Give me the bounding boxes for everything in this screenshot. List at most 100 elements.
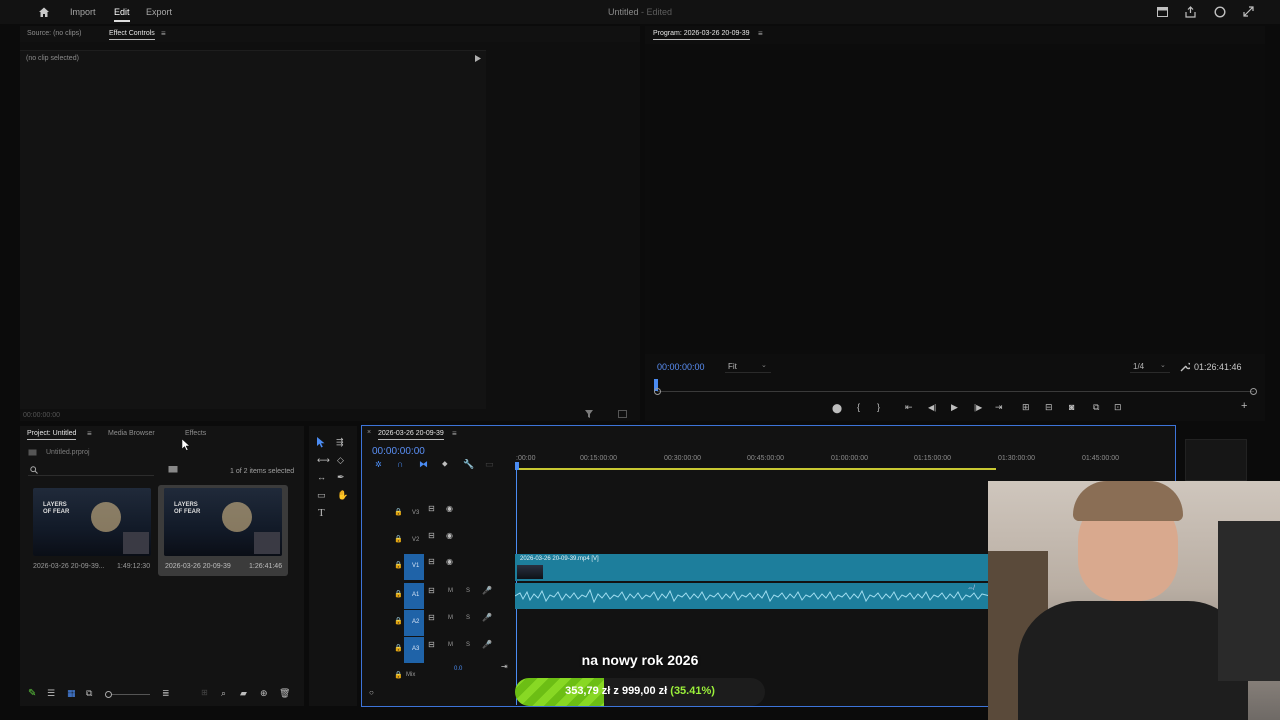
- media-item[interactable]: LAYERS OF FEAR: [33, 488, 151, 556]
- solo-button[interactable]: S: [466, 615, 470, 621]
- tab-source[interactable]: Source: (no clips): [27, 30, 81, 37]
- play-icon[interactable]: ▶: [951, 402, 958, 413]
- mark-in-icon[interactable]: {: [857, 402, 860, 412]
- tab-project[interactable]: Project: Untitled: [27, 430, 77, 440]
- mute-button[interactable]: M: [448, 642, 453, 648]
- mix-volume-value[interactable]: 0.0: [454, 666, 462, 672]
- linked-selection-icon[interactable]: ⧓: [419, 459, 428, 470]
- nav-edit[interactable]: Edit: [114, 7, 130, 22]
- project-menu-icon[interactable]: ≡: [87, 429, 92, 438]
- wrench-icon[interactable]: [1180, 362, 1190, 372]
- tab-media-browser[interactable]: Media Browser: [108, 430, 155, 437]
- type-tool-icon[interactable]: T: [318, 507, 325, 519]
- multicam-icon[interactable]: ⊡: [1114, 402, 1122, 413]
- razor-tool-icon[interactable]: ◇: [337, 455, 344, 466]
- mix-end-icon[interactable]: ⇥: [501, 662, 508, 671]
- sync-lock-icon[interactable]: ⊟: [428, 613, 435, 622]
- slip-tool-icon[interactable]: ↔: [317, 472, 326, 482]
- sync-lock-icon[interactable]: ⊟: [428, 557, 435, 566]
- find-icon[interactable]: ⌕: [221, 688, 226, 699]
- panel-menu-icon[interactable]: ≡: [161, 29, 166, 38]
- step-back-icon[interactable]: ◀|: [928, 403, 936, 412]
- home-icon[interactable]: [38, 6, 50, 18]
- sync-lock-icon[interactable]: ⊟: [428, 640, 435, 649]
- solo-button[interactable]: S: [466, 588, 470, 594]
- pencil-icon[interactable]: ✎: [28, 688, 36, 699]
- expand-arrow-icon[interactable]: [475, 55, 481, 62]
- step-forward-icon[interactable]: |▶: [974, 403, 982, 412]
- resolution-select[interactable]: 1/4 ⌄: [1130, 361, 1170, 373]
- program-menu-icon[interactable]: ≡: [758, 29, 763, 38]
- nest-icon[interactable]: ✲: [375, 460, 382, 469]
- timeline-settings-icon[interactable]: 🔧: [463, 459, 474, 470]
- sync-lock-icon[interactable]: ⊟: [428, 504, 435, 513]
- lift-icon[interactable]: ⊞: [1022, 402, 1030, 413]
- workspaces-icon[interactable]: [1157, 7, 1168, 17]
- ripple-edit-tool-icon[interactable]: ⟷: [317, 455, 330, 466]
- track-label[interactable]: V3: [412, 510, 419, 516]
- video-clip[interactable]: 2026-03-26 20-09-39.mp4 [V]: [515, 554, 990, 581]
- timeline-close-icon[interactable]: ×: [367, 429, 371, 436]
- track-label[interactable]: V2: [412, 537, 419, 543]
- scrub-start-handle[interactable]: [654, 388, 661, 395]
- sync-lock-icon[interactable]: ⊟: [428, 586, 435, 595]
- track-label[interactable]: V1: [412, 563, 419, 569]
- notifications-icon[interactable]: [1214, 6, 1226, 18]
- media-item[interactable]: LAYERS OF FEAR: [164, 488, 282, 556]
- add-marker-icon[interactable]: ⬤: [832, 403, 842, 414]
- sort-icon[interactable]: ≣: [162, 688, 170, 699]
- automate-icon[interactable]: ⊞: [201, 688, 208, 697]
- freeform-view-icon[interactable]: ⧉: [86, 688, 92, 699]
- nav-export[interactable]: Export: [146, 7, 172, 17]
- sequence-menu-icon[interactable]: ≡: [452, 429, 457, 438]
- lock-icon[interactable]: 🔒: [394, 535, 403, 543]
- program-timecode[interactable]: 00:00:00:00: [657, 362, 705, 372]
- program-scrub-bar[interactable]: [657, 391, 1254, 392]
- solo-button[interactable]: S: [466, 642, 470, 648]
- eye-icon[interactable]: ◉: [446, 504, 453, 513]
- mute-button[interactable]: M: [448, 615, 453, 621]
- zoom-select[interactable]: Fit ⌄: [725, 361, 771, 373]
- list-view-icon[interactable]: ☰: [47, 688, 55, 699]
- scrub-end-handle[interactable]: [1250, 388, 1257, 395]
- lock-icon[interactable]: 🔒: [394, 617, 403, 625]
- comparison-view-icon[interactable]: ⧉: [1093, 402, 1099, 413]
- snap-icon[interactable]: ∩: [397, 459, 403, 469]
- sequence-tab[interactable]: 2026-03-26 20-09-39: [378, 430, 444, 440]
- lock-icon[interactable]: 🔒: [394, 590, 403, 598]
- zoom-slider[interactable]: [108, 694, 150, 695]
- icon-view-icon[interactable]: ▦: [67, 688, 76, 699]
- camera-icon[interactable]: ◙: [1069, 402, 1074, 412]
- nav-import[interactable]: Import: [70, 7, 96, 17]
- tab-effect-controls[interactable]: Effect Controls: [109, 30, 155, 40]
- mark-out-icon[interactable]: }: [877, 402, 880, 412]
- track-label[interactable]: A1: [412, 592, 419, 598]
- lock-icon[interactable]: 🔒: [394, 508, 403, 516]
- track-select-tool-icon[interactable]: ⇶: [336, 437, 344, 448]
- go-to-in-icon[interactable]: ⇤: [905, 402, 913, 413]
- eye-icon[interactable]: ◉: [446, 557, 453, 566]
- share-icon[interactable]: [1185, 6, 1196, 18]
- new-bin-icon[interactable]: [168, 465, 178, 473]
- button-editor-plus-icon[interactable]: +: [1241, 400, 1247, 412]
- timeline-playhead[interactable]: [515, 462, 519, 470]
- timeline-timecode[interactable]: 00:00:00:00: [372, 446, 425, 457]
- microphone-icon[interactable]: 🎤: [482, 586, 492, 595]
- captions-icon[interactable]: ▭: [485, 459, 494, 470]
- hand-tool-icon[interactable]: ✋: [337, 490, 348, 501]
- new-bin-button-icon[interactable]: ▰: [240, 688, 247, 699]
- audio-clip[interactable]: ⇎: [515, 583, 990, 609]
- rectangle-tool-icon[interactable]: ▭: [317, 490, 326, 501]
- lock-icon[interactable]: 🔒: [394, 561, 403, 569]
- add-marker-icon[interactable]: ⬥: [442, 459, 448, 469]
- project-search-input[interactable]: [28, 464, 154, 476]
- filter-icon[interactable]: [585, 410, 593, 418]
- microphone-icon[interactable]: 🎤: [482, 613, 492, 622]
- fullscreen-icon[interactable]: [1243, 6, 1254, 17]
- track-label[interactable]: A2: [412, 619, 419, 625]
- go-to-out-icon[interactable]: ⇥: [995, 402, 1003, 413]
- eye-icon[interactable]: ◉: [446, 531, 453, 540]
- sync-lock-icon[interactable]: ⊟: [428, 531, 435, 540]
- work-area-bar[interactable]: [518, 468, 996, 470]
- new-item-icon[interactable]: ⊕: [260, 688, 268, 699]
